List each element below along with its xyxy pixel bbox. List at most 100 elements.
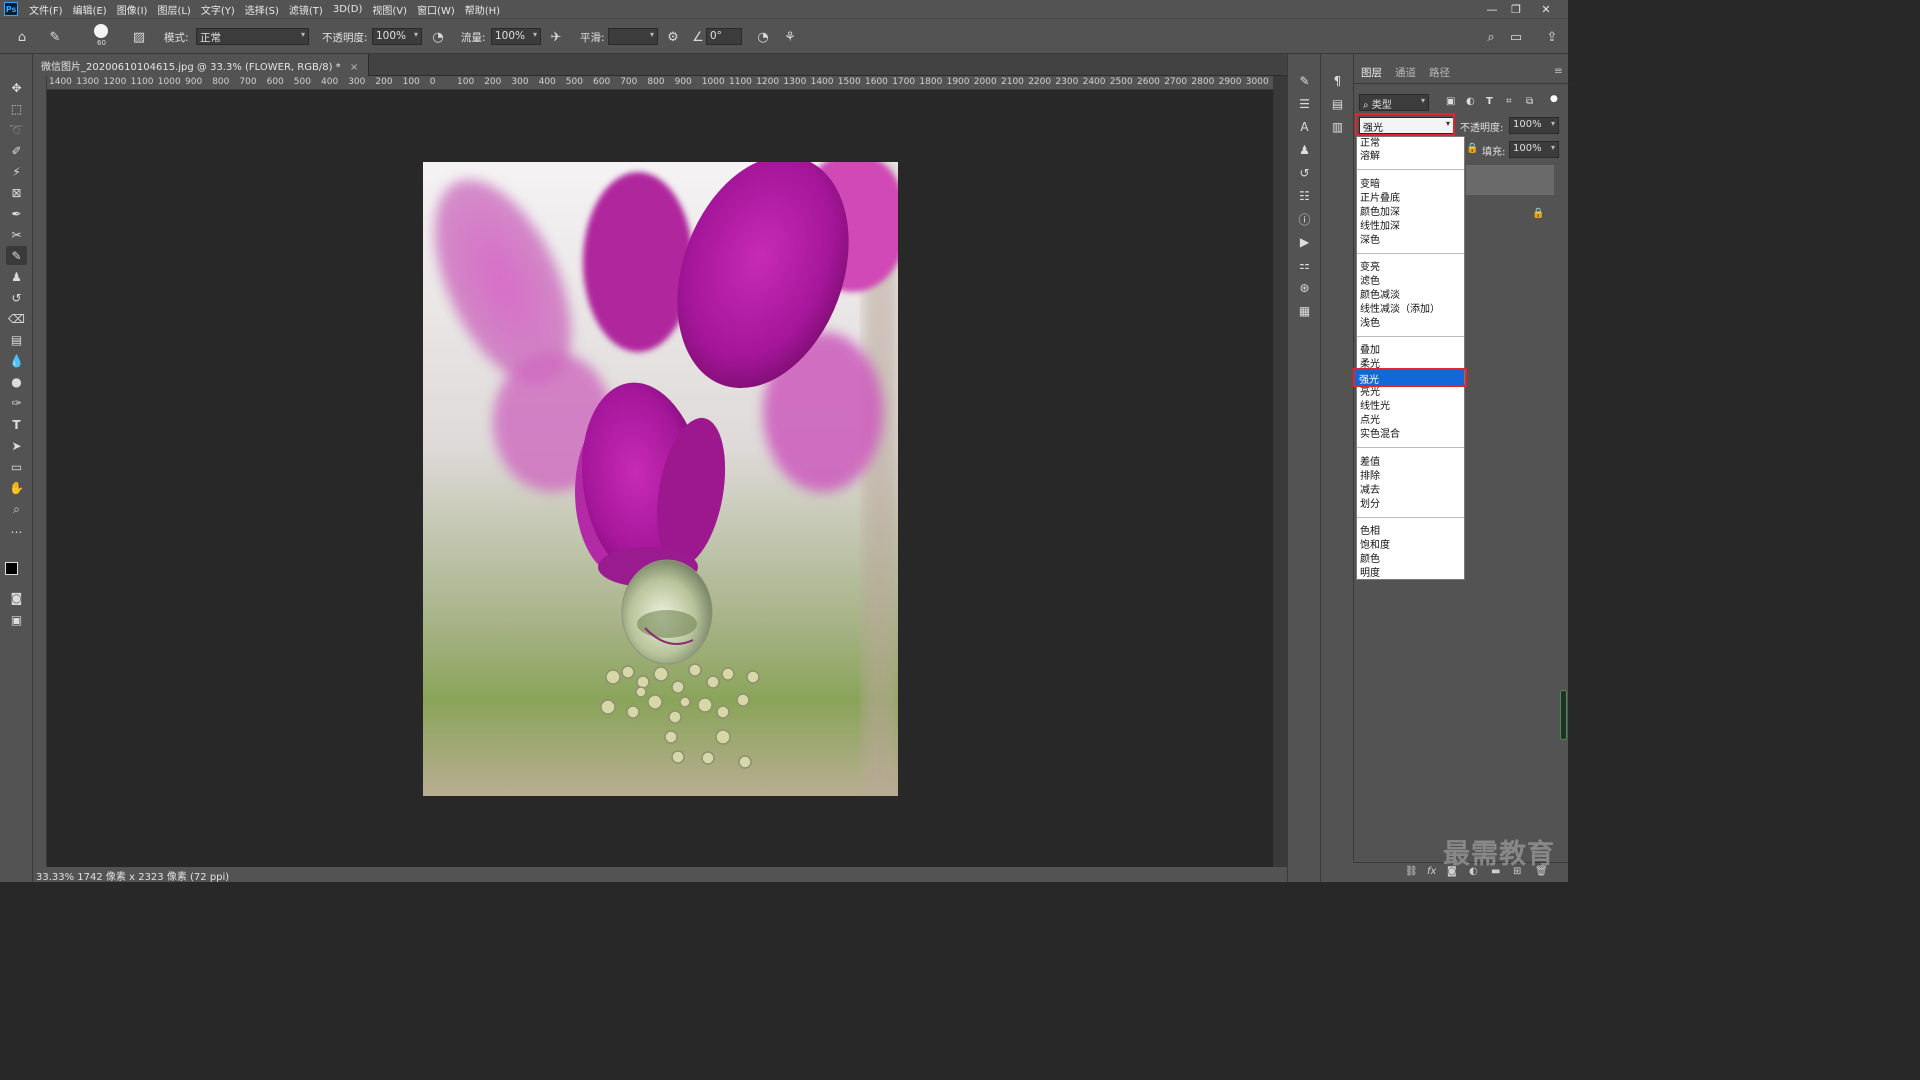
blend-option-subtract[interactable]: 减去 [1360, 485, 1380, 497]
close-window-button[interactable]: ✕ [1534, 0, 1558, 18]
menu-view[interactable]: 视图(V) [367, 2, 412, 17]
pressure-size-icon[interactable]: ◔ [754, 28, 772, 46]
blend-option-color-dodge[interactable]: 颜色减淡 [1360, 290, 1400, 302]
menu-help[interactable]: 帮助(H) [460, 2, 505, 17]
libraries-icon[interactable]: ☷ [1295, 187, 1314, 205]
tab-paths[interactable]: 路径 [1429, 65, 1450, 80]
document-tab[interactable]: 微信图片_20200610104615.jpg @ 33.3% (FLOWER,… [33, 54, 370, 76]
blend-option-exclusion[interactable]: 排除 [1360, 471, 1380, 483]
gear-icon[interactable]: ⚙ [664, 28, 682, 46]
blend-option-difference[interactable]: 差值 [1360, 457, 1380, 469]
properties-icon[interactable]: ⚏ [1295, 256, 1314, 274]
filter-pixel-icon[interactable]: ▣ [1446, 96, 1455, 107]
blur-tool-icon[interactable]: 💧 [6, 351, 27, 370]
marquee-tool-icon[interactable]: ⬚ [6, 99, 27, 118]
link-layers-icon[interactable]: ⛓ [1405, 866, 1418, 877]
home-icon[interactable]: ⌂ [13, 28, 31, 46]
crop-tool-icon[interactable]: ✂ [6, 225, 27, 244]
restore-button[interactable]: ❐ [1504, 0, 1528, 18]
filter-smart-object-icon[interactable]: ⧉ [1526, 96, 1533, 107]
menu-type[interactable]: 文字(Y) [196, 2, 240, 17]
blend-option-color-burn[interactable]: 颜色加深 [1360, 207, 1400, 219]
vertical-scrollbar[interactable] [1273, 76, 1287, 867]
blend-option-hard-mix[interactable]: 实色混合 [1360, 429, 1400, 441]
blend-option-saturation[interactable]: 饱和度 [1360, 540, 1390, 552]
share-icon[interactable]: ⇪ [1543, 28, 1561, 46]
filter-shape-icon[interactable]: ⌗ [1506, 96, 1512, 107]
filter-type-icon[interactable]: T [1486, 96, 1493, 107]
blend-option-normal[interactable]: 正常 [1360, 138, 1380, 150]
blend-option-pin-light[interactable]: 点光 [1360, 415, 1380, 427]
menu-filter[interactable]: 滤镜(T) [284, 2, 328, 17]
mode-select[interactable]: 正常 ▾ [196, 28, 309, 45]
screen-mode-icon[interactable]: ▣ [6, 610, 27, 629]
magic-wand-tool-icon[interactable]: ⚡ [6, 162, 27, 181]
opacity-field[interactable]: 100% ▾ [372, 28, 422, 45]
type-tool-icon[interactable]: T [6, 415, 27, 434]
eyedropper-tool-icon[interactable]: ✒ [6, 204, 27, 223]
pressure-opacity-icon[interactable]: ◔ [429, 28, 447, 46]
fill-field[interactable]: 100% ▾ [1509, 141, 1559, 158]
actions-icon[interactable]: ▶ [1295, 233, 1314, 251]
gradient-tool-icon[interactable]: ▤ [6, 330, 27, 349]
blend-option-linear-burn[interactable]: 线性加深 [1360, 221, 1400, 233]
airbrush-icon[interactable]: ✈ [547, 28, 565, 46]
blend-option-darker-color[interactable]: 深色 [1360, 235, 1380, 247]
blend-option-vivid-light[interactable]: 亮光 [1360, 387, 1380, 399]
blend-option-darken[interactable]: 变暗 [1360, 179, 1380, 191]
quick-select-tool-icon[interactable]: ✐ [6, 141, 27, 160]
brush-tool-preset-icon[interactable]: ✎ [46, 28, 64, 46]
search-icon[interactable]: ⌕ [1482, 28, 1500, 46]
dodge-tool-icon[interactable]: ● [6, 372, 27, 391]
panel-menu-icon[interactable]: ≡ [1554, 65, 1563, 77]
clone-stamp-tool-icon[interactable]: ♟ [6, 267, 27, 286]
layer-opacity-field[interactable]: 100% ▾ [1509, 117, 1559, 134]
tab-channels[interactable]: 通道 [1395, 65, 1416, 80]
menu-layer[interactable]: 图层(L) [152, 2, 195, 17]
brush-presets-icon[interactable]: ✎ [1295, 72, 1314, 90]
blend-option-overlay[interactable]: 叠加 [1360, 345, 1380, 357]
clone-source-icon[interactable]: ♟ [1295, 141, 1314, 159]
paragraph-icon[interactable]: ¶ [1328, 72, 1347, 90]
adjustments-icon[interactable]: ☰ [1295, 95, 1314, 113]
table-icon[interactable]: ▦ [1295, 302, 1314, 320]
hand-tool-icon[interactable]: ✋ [6, 478, 27, 497]
document-image[interactable] [423, 162, 898, 796]
character-icon[interactable]: A [1295, 118, 1314, 136]
blend-option-lighter-color[interactable]: 浅色 [1360, 318, 1380, 330]
layer-style-icon[interactable]: fx [1427, 866, 1436, 877]
3d-icon[interactable]: ⊛ [1295, 279, 1314, 297]
blend-option-color[interactable]: 颜色 [1360, 554, 1380, 566]
menu-select[interactable]: 选择(S) [240, 2, 284, 17]
panel-scrollbar[interactable] [1560, 690, 1567, 740]
lasso-tool-icon[interactable]: ➰ [6, 120, 27, 139]
blend-option-dissolve[interactable]: 溶解 [1360, 151, 1380, 163]
filter-adjustment-icon[interactable]: ◐ [1466, 96, 1475, 107]
pen-tool-icon[interactable]: ✑ [6, 393, 27, 412]
blend-option-screen[interactable]: 滤色 [1360, 276, 1380, 288]
brush-tool-icon[interactable]: ✎ [6, 246, 27, 265]
tab-layers[interactable]: 图层 [1361, 65, 1382, 80]
quick-mask-icon[interactable]: ◙ [6, 588, 27, 607]
smoothing-field[interactable]: ▾ [608, 28, 658, 45]
filter-toggle-icon[interactable]: ● [1550, 94, 1558, 104]
blend-option-divide[interactable]: 划分 [1360, 499, 1380, 511]
info-icon[interactable]: ⓘ [1295, 210, 1314, 228]
blend-option-hue[interactable]: 色相 [1360, 526, 1380, 538]
move-tool-icon[interactable]: ✥ [6, 78, 27, 97]
lock-icon[interactable]: 🔒 [1466, 143, 1478, 154]
layer-comps-icon[interactable]: ▤ [1328, 95, 1347, 113]
menu-file[interactable]: 文件(F) [24, 2, 68, 17]
zoom-tool-icon[interactable]: ⌕ [6, 500, 27, 519]
layer-filter-select[interactable]: ⌕ 类型 ▾ [1359, 94, 1429, 111]
history-icon[interactable]: ↺ [1295, 164, 1314, 182]
layer-row-selected[interactable] [1466, 165, 1554, 195]
menu-3d[interactable]: 3D(D) [328, 4, 368, 15]
layer-row-background[interactable]: 🔒 [1466, 200, 1554, 230]
eraser-tool-icon[interactable]: ⌫ [6, 309, 27, 328]
menu-image[interactable]: 图像(I) [112, 2, 153, 17]
history-brush-tool-icon[interactable]: ↺ [6, 288, 27, 307]
close-tab-icon[interactable]: × [350, 62, 358, 73]
minimize-button[interactable]: — [1480, 0, 1504, 18]
more-tools-icon[interactable]: ⋯ [6, 522, 27, 541]
